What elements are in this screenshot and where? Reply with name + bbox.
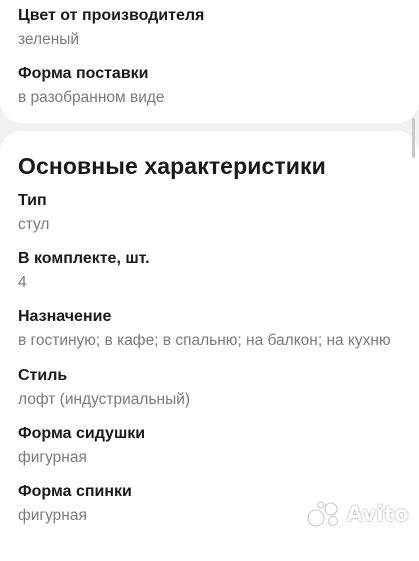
characteristic-label-purpose: Назначение — [18, 308, 112, 325]
characteristic-value-seat-shape: фигурная — [18, 449, 87, 466]
characteristic-value-type: стул — [18, 216, 50, 233]
characteristic-value-set-count: 4 — [18, 274, 27, 291]
scrollbar[interactable] — [412, 118, 415, 158]
characteristic-value-back-shape: фигурная — [18, 507, 87, 524]
avito-logo-icon — [307, 501, 338, 527]
characteristic-value-delivery-form: в разобранном виде — [18, 89, 165, 106]
characteristic-value-color: зеленый — [18, 31, 80, 48]
watermark-text: Avito — [346, 502, 409, 526]
characteristic-label-seat-shape: Форма сидушки — [18, 425, 146, 442]
characteristic-label-style: Стиль — [18, 367, 68, 384]
characteristic-value-purpose: в гостиную; в кафе; в спальню; на балкон… — [18, 332, 391, 349]
characteristic-label-type: Тип — [18, 192, 47, 209]
characteristic-label-delivery-form: Форма поставки — [18, 65, 149, 82]
avito-watermark: Avito — [307, 500, 409, 528]
characteristic-value-style: лофт (индустриальный) — [18, 391, 191, 408]
characteristic-label-color: Цвет от производителя — [18, 7, 205, 24]
characteristic-label-back-shape: Форма спинки — [18, 483, 132, 500]
characteristic-label-set-count: В комплекте, шт. — [18, 250, 150, 267]
section-title: Основные характеристики — [18, 153, 326, 179]
